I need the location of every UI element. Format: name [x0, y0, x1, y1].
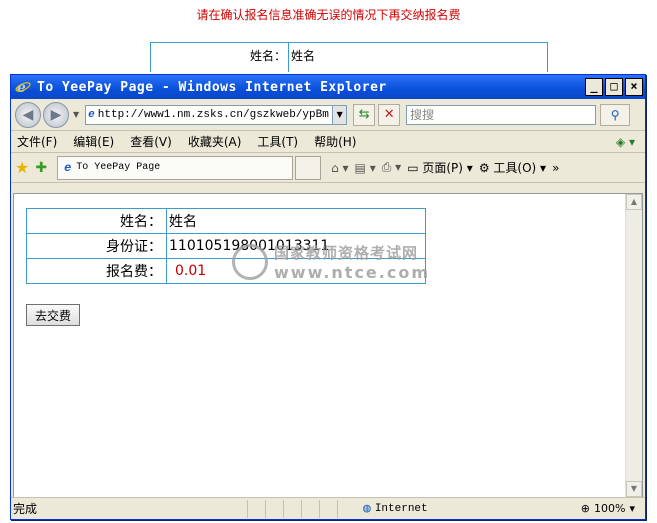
background-form-table: 姓名： 姓名 [150, 42, 548, 72]
address-dropdown-icon[interactable]: ▼ [333, 104, 348, 125]
title-bar[interactable]: e To YeePay Page - Windows Internet Expl… [11, 75, 645, 99]
stop-icon: ✕ [383, 106, 395, 122]
ie-window: e To YeePay Page - Windows Internet Expl… [10, 74, 646, 520]
bg-name-label: 姓名： [151, 43, 289, 72]
table-row: 姓名： 姓名 [26, 208, 426, 234]
menu-tools[interactable]: 工具(T) [257, 133, 298, 150]
add-favorite-icon[interactable]: ✚ [35, 160, 47, 176]
translate-icon[interactable]: ◈ ▾ [616, 135, 635, 149]
zoom-icon: ⊕ [580, 502, 591, 515]
id-label: 身份证： [26, 233, 167, 259]
watermark-logo-icon [232, 244, 268, 280]
gear-icon: ⚙ [478, 161, 490, 175]
menu-edit[interactable]: 编辑(E) [73, 133, 114, 150]
address-toolbar: ◀ ▶ ▼ e http://www1.nm.zsks.cn/gszkweb/y… [11, 99, 645, 131]
history-dropdown-icon[interactable]: ▼ [73, 110, 79, 119]
zoom-control[interactable]: ⊕ 100% ▾ [581, 502, 635, 515]
status-bar: 完成 ◍ Internet ⊕ 100% ▾ [11, 497, 645, 519]
page-icon-cmd: ▭ [407, 161, 419, 175]
tab-title: To YeePay Page [76, 162, 161, 173]
status-segment [337, 499, 355, 518]
address-input[interactable]: e http://www1.nm.zsks.cn/gszkweb/ypBm [85, 104, 334, 125]
bg-name-value: 姓名 [291, 49, 316, 63]
page-menu[interactable]: ▭ 页面(P) ▾ [407, 159, 473, 176]
name-label: 姓名： [26, 208, 167, 234]
status-segment [247, 499, 265, 518]
address-url: http://www1.nm.zsks.cn/gszkweb/ypBm [97, 108, 329, 121]
zoom-dropdown-icon: ▾ [629, 502, 635, 515]
fee-label: 报名费： [26, 258, 167, 284]
tab-page-icon: e [64, 160, 72, 175]
page-menu-label: 页面(P) [422, 161, 463, 175]
name-value: 姓名 [166, 208, 426, 234]
new-tab-button[interactable] [295, 155, 322, 180]
security-zone[interactable]: ◍ Internet [363, 501, 513, 516]
minimize-button[interactable]: _ [585, 78, 603, 96]
maximize-button[interactable]: □ [605, 78, 623, 96]
menu-file[interactable]: 文件(F) [17, 133, 57, 150]
window-title: To YeePay Page - Windows Internet Explor… [37, 79, 387, 95]
menu-view[interactable]: 查看(V) [130, 133, 172, 150]
watermark-url: www.ntce.com [274, 263, 430, 282]
pay-button[interactable]: 去交费 [26, 304, 81, 326]
refresh-icon: ⇆ [358, 106, 370, 122]
status-segment [265, 499, 283, 518]
page-icon: e [88, 108, 95, 121]
zoom-level: 100% [594, 502, 626, 515]
watermark: 国家教师资格考试网 www.ntce.com [232, 242, 430, 282]
back-button[interactable]: ◀ [15, 101, 41, 128]
feeds-icon[interactable]: ▤ ▾ [355, 161, 376, 175]
status-segment [319, 499, 337, 518]
scroll-down-icon[interactable]: ▼ [626, 481, 642, 497]
ie-logo-icon: e [15, 79, 31, 96]
print-icon[interactable]: ⎙ ▾ [382, 160, 401, 175]
tools-menu[interactable]: ⚙ 工具(O) ▾ [479, 159, 546, 176]
search-icon: ⚲ [610, 107, 620, 122]
menu-favorites[interactable]: 收藏夹(A) [188, 133, 242, 150]
zone-label: Internet [374, 502, 428, 515]
vertical-scrollbar[interactable]: ▲ ▼ [625, 194, 642, 497]
chevron-more-icon[interactable]: » [552, 161, 559, 175]
forward-arrow-icon: ▶ [50, 106, 62, 123]
globe-icon: ◍ [363, 501, 371, 516]
svg-text:e: e [17, 80, 26, 95]
status-text: 完成 [13, 502, 38, 516]
status-segment [283, 499, 301, 518]
status-segment [301, 499, 319, 518]
search-input[interactable]: 搜搜 [406, 104, 597, 125]
tools-menu-label: 工具(O) [493, 161, 537, 175]
favorites-star-icon[interactable]: ★ [15, 158, 29, 177]
close-button[interactable]: × [625, 78, 643, 96]
menu-help[interactable]: 帮助(H) [314, 133, 356, 150]
favorites-bar: ★ ✚ e To YeePay Page ⌂ ▾ ▤ ▾ ⎙ ▾ ▭ 页面(P)… [11, 153, 645, 183]
stop-button[interactable]: ✕ [378, 103, 401, 126]
tab-yeepay[interactable]: e To YeePay Page [57, 155, 294, 180]
back-arrow-icon: ◀ [22, 106, 34, 123]
search-button[interactable]: ⚲ [600, 103, 631, 126]
scroll-up-icon[interactable]: ▲ [626, 194, 642, 210]
notice-text: 请在确认报名信息准确无误的情况下再交纳报名费 [196, 8, 461, 22]
refresh-button[interactable]: ⇆ [353, 103, 376, 126]
watermark-name: 国家教师资格考试网 [274, 244, 419, 262]
home-icon[interactable]: ⌂ ▾ [331, 161, 348, 175]
menu-bar: 文件(F) 编辑(E) 查看(V) 收藏夹(A) 工具(T) 帮助(H) ◈ ▾ [11, 131, 645, 153]
page-viewport: 姓名： 姓名 身份证： 110105198001013311 报名费： 0.01… [13, 193, 643, 498]
forward-button[interactable]: ▶ [43, 101, 69, 128]
